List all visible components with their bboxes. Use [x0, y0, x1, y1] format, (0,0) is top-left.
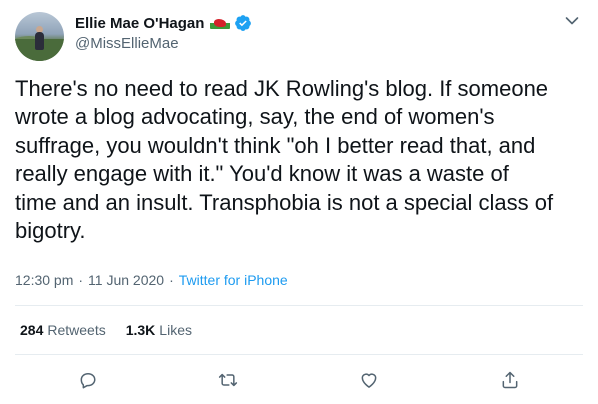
- likes-count: 1.3K: [125, 322, 156, 338]
- retweets-count: 284: [20, 322, 44, 338]
- chevron-down-icon[interactable]: [565, 16, 579, 26]
- action-bar: [0, 368, 598, 392]
- tweet-stats: 284 Retweets 1.3K Likes: [20, 322, 212, 338]
- likes-label: Likes: [159, 322, 192, 338]
- tweet-time[interactable]: 12:30 pm: [15, 272, 73, 288]
- verified-badge-icon: [235, 15, 252, 31]
- welsh-flag-icon: [210, 17, 231, 29]
- retweets-label: Retweets: [47, 322, 106, 338]
- reply-button[interactable]: [76, 368, 100, 392]
- tweet-card: Ellie Mae O'Hagan @MissEllieMae There's …: [0, 0, 598, 404]
- share-icon: [502, 371, 518, 389]
- divider: [15, 354, 583, 355]
- display-name[interactable]: Ellie Mae O'Hagan: [75, 15, 204, 32]
- heart-icon: [361, 373, 377, 388]
- likes-stat[interactable]: 1.3K Likes: [126, 322, 192, 338]
- user-handle[interactable]: @MissEllieMae: [75, 35, 252, 52]
- tweet-text: There's no need to read JK Rowling's blo…: [15, 76, 554, 244]
- share-button[interactable]: [498, 368, 522, 392]
- retweet-icon: [218, 373, 238, 387]
- divider: [15, 305, 583, 306]
- like-button[interactable]: [357, 368, 381, 392]
- reply-icon: [80, 373, 96, 389]
- retweets-stat[interactable]: 284 Retweets: [20, 322, 106, 338]
- tweet-meta: 12:30 pm · 11 Jun 2020 · Twitter for iPh…: [15, 272, 288, 288]
- avatar[interactable]: [15, 12, 64, 61]
- name-row: Ellie Mae O'Hagan: [75, 13, 252, 33]
- author-block: Ellie Mae O'Hagan @MissEllieMae: [75, 13, 252, 52]
- tweet-source-link[interactable]: Twitter for iPhone: [179, 272, 288, 288]
- retweet-button[interactable]: [216, 368, 240, 392]
- avatar-figure: [35, 32, 44, 50]
- tweet-date[interactable]: 11 Jun 2020: [88, 272, 164, 288]
- meta-separator: ·: [78, 272, 84, 288]
- meta-separator: ·: [169, 272, 174, 288]
